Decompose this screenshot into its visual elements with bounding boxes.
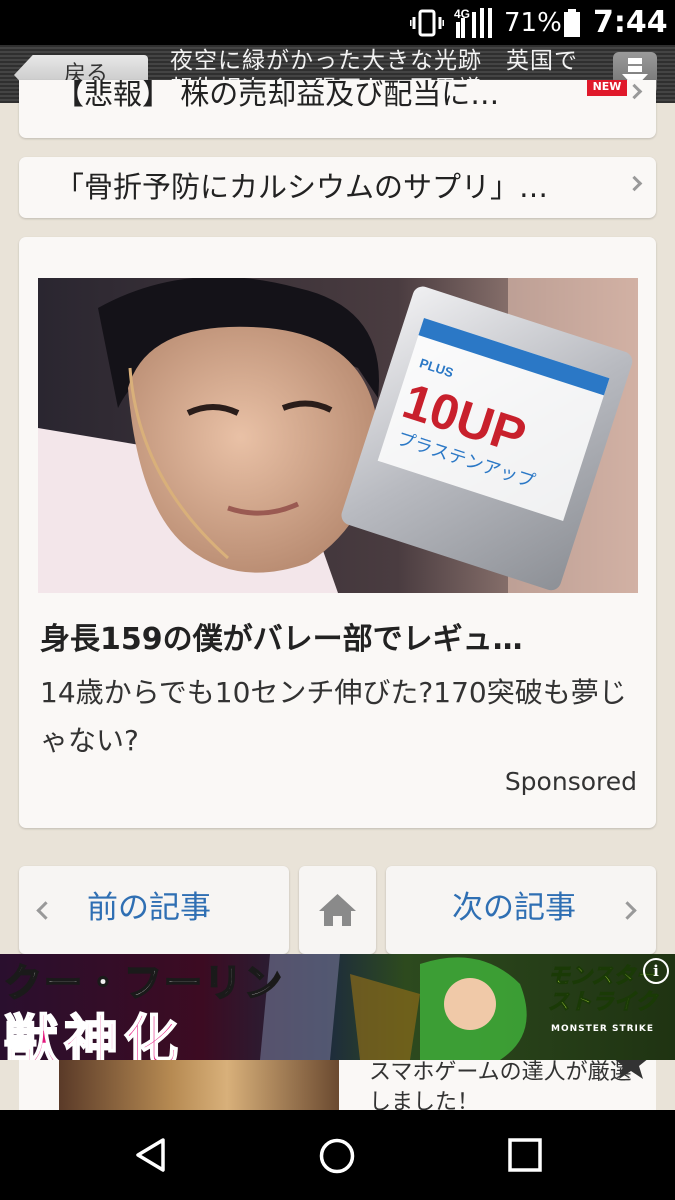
battery-icon xyxy=(564,9,580,37)
next-article-button[interactable]: 次の記事 xyxy=(386,866,656,954)
game-logo-subtext: MONSTER STRIKE xyxy=(551,1024,654,1034)
prev-article-button[interactable]: 前の記事 xyxy=(19,866,289,954)
chevron-right-icon xyxy=(626,175,643,192)
banner-subheadline: 獣神化 xyxy=(3,1007,184,1060)
home-button[interactable] xyxy=(299,866,376,954)
chevron-right-icon xyxy=(626,83,643,100)
banner-ad[interactable]: クー・フーリン 獣神化 モンスター ストライク MONSTER STRIKE i xyxy=(0,954,675,1060)
vibrate-icon xyxy=(410,9,444,37)
article-link-label: 「骨折予防にカルシウムのサプリ」… xyxy=(55,170,549,204)
prev-article-label: 前の記事 xyxy=(87,890,211,926)
chevron-left-icon xyxy=(36,901,55,920)
ad-description: 14歳からでも10センチ伸びた?170突破も夢じゃない? xyxy=(40,676,627,757)
article-link[interactable]: 「骨折予防にカルシウムのサプリ」… xyxy=(19,157,656,218)
android-nav-bar xyxy=(0,1110,675,1200)
home-icon xyxy=(319,894,356,926)
article-link-label: 【悲報】 株の売却益及び配当に… xyxy=(55,80,500,111)
sponsored-label: Sponsored xyxy=(504,767,637,796)
next-article-label: 次の記事 xyxy=(452,890,576,926)
battery-percent: 71% xyxy=(504,8,562,38)
ad-photo: PLUS 10UP プラステンアップ xyxy=(38,278,638,593)
back-triangle-icon[interactable] xyxy=(133,1137,169,1173)
recommended-text: スマホゲームの達人が厳選しました！ xyxy=(369,1060,632,1115)
signal-icon: 4G xyxy=(454,7,492,38)
chevron-right-icon xyxy=(618,901,637,920)
clock: 7:44 xyxy=(593,5,668,40)
ad-image[interactable]: PLUS 10UP プラステンアップ xyxy=(38,278,638,593)
ad-title[interactable]: 身長159の僕がバレー部でレギュ… xyxy=(40,620,630,660)
status-bar: 4G 71% 7:44 xyxy=(0,0,675,45)
article-link-partial[interactable]: 【悲報】 株の売却益及び配当に… NEW xyxy=(19,80,656,138)
info-icon[interactable]: i xyxy=(643,958,669,984)
recents-square-icon[interactable] xyxy=(507,1137,543,1173)
recommended-thumbnail xyxy=(59,1060,339,1112)
new-badge: NEW xyxy=(587,80,627,96)
sponsored-card[interactable]: PLUS 10UP プラステンアップ 身長159の僕がバレー部でレギュ… 14歳… xyxy=(19,237,656,828)
home-circle-icon[interactable] xyxy=(318,1137,356,1175)
